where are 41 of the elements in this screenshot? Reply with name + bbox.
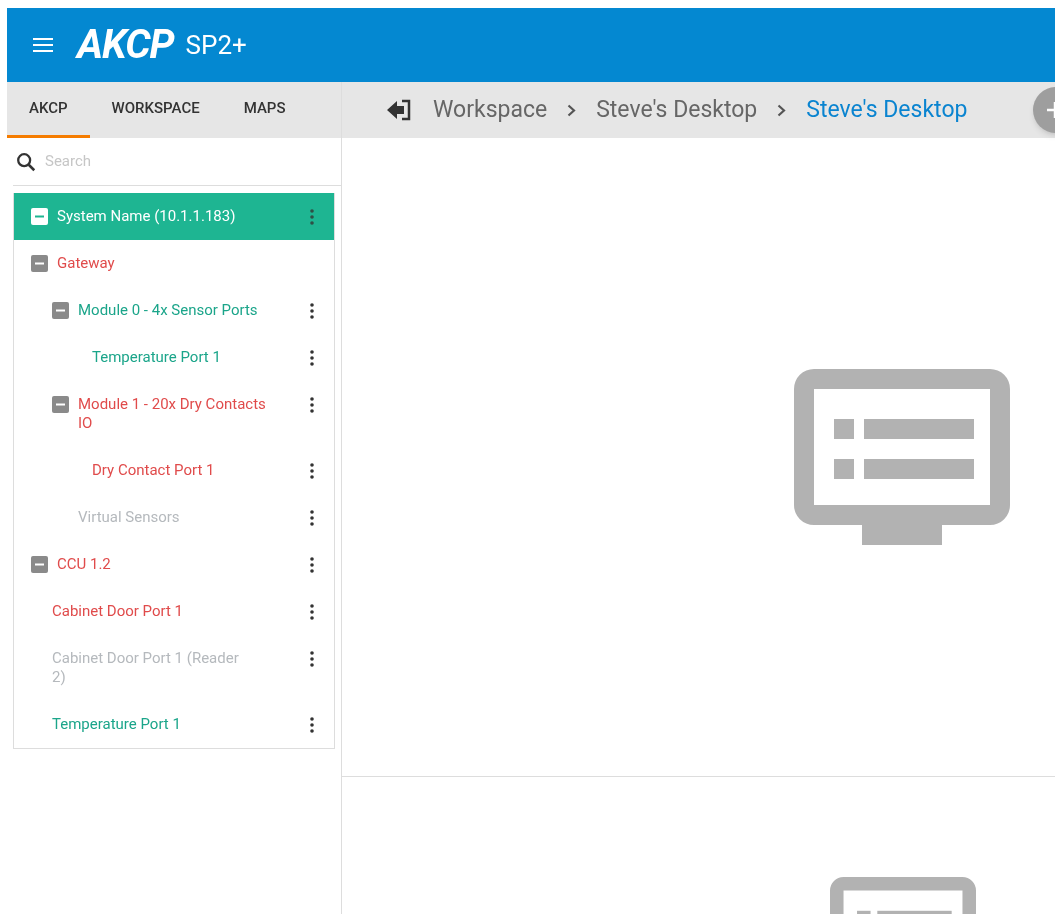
more-options-icon[interactable] <box>310 557 314 573</box>
more-options-icon[interactable] <box>310 350 314 366</box>
tree-item-label: CCU 1.2 <box>57 555 111 574</box>
more-options-icon[interactable] <box>310 303 314 319</box>
monitor-icon <box>794 369 1010 545</box>
tree-item-label: Module 1 - 20x Dry Contacts IO <box>78 395 267 433</box>
tree-item-label: Cabinet Door Port 1 (Reader 2) <box>52 649 240 687</box>
collapse-icon[interactable] <box>31 208 48 225</box>
tree-item-label: Temperature Port 1 <box>52 715 181 734</box>
breadcrumb-link[interactable]: Steve's Desktop <box>806 92 968 128</box>
tree-item-label: Module 0 - 4x Sensor Ports <box>78 301 258 320</box>
search-icon <box>15 150 37 173</box>
tree-item[interactable]: System Name (10.1.1.183) <box>14 193 334 240</box>
chevron-right-icon <box>567 103 577 117</box>
breadcrumb-link[interactable]: Steve's Desktop <box>596 92 758 128</box>
tree-item-label: Dry Contact Port 1 <box>92 461 215 480</box>
collapse-icon[interactable] <box>52 302 69 319</box>
more-options-icon[interactable] <box>310 651 314 667</box>
tree-item-label: Temperature Port 1 <box>92 348 221 367</box>
product-name: SP2+ <box>185 32 247 58</box>
collapse-icon[interactable] <box>52 396 69 413</box>
search-field[interactable]: Search <box>45 150 244 173</box>
exit-icon[interactable] <box>387 99 413 121</box>
collapse-icon[interactable] <box>31 255 48 272</box>
more-options-icon[interactable] <box>310 463 314 479</box>
tab[interactable]: AKCP <box>7 82 90 138</box>
breadcrumb-link[interactable]: Workspace <box>433 92 548 128</box>
collapse-icon[interactable] <box>31 556 48 573</box>
tab[interactable]: WORKSPACE <box>89 82 222 138</box>
tree-item-label: System Name (10.1.1.183) <box>57 207 236 226</box>
chevron-right-icon <box>777 103 787 117</box>
tree-item-label: Virtual Sensors <box>78 508 180 527</box>
more-options-icon[interactable] <box>310 510 314 526</box>
tab[interactable]: MAPS <box>221 82 308 138</box>
more-options-icon[interactable] <box>310 397 314 413</box>
more-options-icon[interactable] <box>310 717 314 733</box>
tree-item-label: Gateway <box>57 254 115 273</box>
more-options-icon[interactable] <box>310 604 314 620</box>
tree-item-label: Cabinet Door Port 1 <box>52 602 184 621</box>
logo: AKCP <box>77 25 174 65</box>
menu-icon[interactable] <box>33 38 53 52</box>
